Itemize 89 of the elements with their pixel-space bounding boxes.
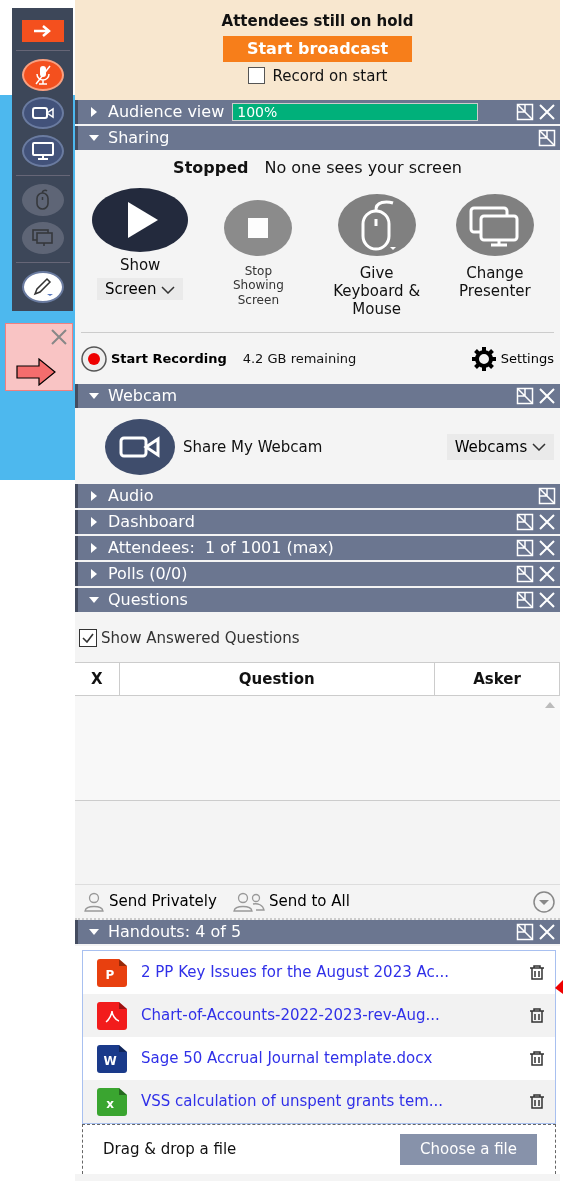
close-icon[interactable] <box>50 328 68 346</box>
chevron-icon <box>161 285 176 294</box>
collapse-button[interactable] <box>21 20 64 42</box>
video-camera-icon <box>31 106 54 120</box>
sharing-header[interactable]: Sharing <box>75 126 560 150</box>
meter-reading: 100% <box>237 104 278 120</box>
handouts-header[interactable]: Handouts: 4 of 5 <box>75 920 560 944</box>
panel-title: Dashboard <box>108 511 195 533</box>
trash-icon[interactable] <box>529 964 545 981</box>
settings-icon <box>470 345 497 372</box>
send-privately-button[interactable]: Send Privately <box>83 890 217 913</box>
webcam-header[interactable]: Webcam <box>75 384 560 408</box>
check-icon <box>82 633 94 643</box>
trash-icon[interactable] <box>529 1050 545 1067</box>
start-recording-button[interactable]: Start Recording <box>81 345 227 372</box>
drawing-button[interactable] <box>21 271 64 303</box>
scroll-up-icon <box>544 700 556 710</box>
panel-title: Sharing <box>108 127 170 149</box>
trash-icon[interactable] <box>529 1093 545 1110</box>
monitor-icon <box>31 142 54 160</box>
action-label: Change Presenter <box>458 264 532 300</box>
panel-title: Audio <box>108 485 154 507</box>
undock-icon[interactable] <box>538 487 556 505</box>
action-label: Show <box>119 256 161 274</box>
undock-icon[interactable] <box>516 103 534 121</box>
show-answered-checkbox[interactable] <box>79 629 97 647</box>
questions-header[interactable]: Questions <box>75 588 560 612</box>
audience-view-header[interactable]: Audience view 100% <box>75 100 560 124</box>
panel-title: Polls (0/0) <box>108 563 188 585</box>
send-to-all-button[interactable]: Send to All <box>232 890 350 913</box>
panel-title: Questions <box>108 589 188 611</box>
handout-link[interactable]: Sage 50 Accrual Journal template.docx <box>141 1047 433 1070</box>
hold-message: Attendees still on hold <box>221 11 414 32</box>
audio-header[interactable]: Audio <box>75 484 560 508</box>
record-checkbox[interactable] <box>247 67 265 85</box>
document-icon: x <box>97 1087 127 1116</box>
settings-button[interactable]: Settings <box>470 345 554 372</box>
pencil-icon <box>31 277 54 297</box>
handout-link[interactable]: 2 PP Key Issues for the August 2023 Ac... <box>141 961 450 984</box>
panel-title: Audience view <box>108 101 225 123</box>
webcam-button[interactable] <box>21 97 64 129</box>
muted-microphone-icon <box>33 64 52 86</box>
storage-remaining: 4.2 GB remaining <box>242 349 357 368</box>
undock-icon[interactable] <box>538 129 556 147</box>
video-camera-icon <box>119 435 161 459</box>
attendees-header[interactable]: Attendees: 1 of 1001 (max) <box>75 536 560 560</box>
panel-title: Attendees: 1 of 1001 (max) <box>108 537 334 559</box>
chevron-icon <box>532 443 546 452</box>
webcam-label: Share My Webcam <box>183 436 323 458</box>
choose-file-button[interactable]: Choose a file <box>400 1134 537 1165</box>
play-icon <box>128 202 159 238</box>
monitors-icon <box>31 229 54 247</box>
microphone-button[interactable] <box>21 59 64 91</box>
pointer-icon <box>555 980 563 994</box>
checkbox-label: Record on start <box>272 65 388 87</box>
column-header: Question <box>119 663 435 695</box>
start-broadcast-button[interactable]: Start broadcast <box>222 35 413 62</box>
screen-share-button[interactable] <box>21 135 64 167</box>
action-label: Give Keyboard & Mouse <box>332 264 422 318</box>
dashboard-header[interactable]: Dashboard <box>75 510 560 534</box>
sharing-status: Stopped <box>173 157 249 179</box>
panel-title: Webcam <box>108 385 178 407</box>
mouse-icon <box>34 189 51 211</box>
checkbox-label: Show Answered Questions <box>101 627 300 649</box>
pdf-file-icon <box>97 1001 127 1030</box>
document-icon: P <box>97 958 127 987</box>
action-label: Stop Showing Screen <box>231 264 285 308</box>
undock-icon[interactable] <box>516 387 534 405</box>
undock-icon[interactable] <box>516 513 534 531</box>
people-icon <box>232 891 265 912</box>
undock-icon[interactable] <box>516 591 534 609</box>
undock-icon[interactable] <box>516 923 534 941</box>
stop-icon <box>248 218 269 238</box>
screen-dropdown[interactable]: Screen <box>96 278 184 300</box>
trash-icon[interactable] <box>529 1007 545 1024</box>
record-icon <box>81 345 107 372</box>
status-message: No one sees your screen <box>264 157 462 179</box>
undock-icon[interactable] <box>516 565 534 583</box>
column-header: Asker <box>434 663 560 695</box>
document-icon: W <box>97 1044 127 1073</box>
undock-icon[interactable] <box>516 539 534 557</box>
dropdown-icon[interactable] <box>532 889 556 914</box>
panel-title: Handouts: 4 of 5 <box>108 921 242 943</box>
webcams-dropdown[interactable]: Webcams <box>446 433 554 461</box>
arrow-icon <box>16 358 56 386</box>
person-icon <box>83 891 105 912</box>
handout-link[interactable]: VSS calculation of unspent grants tem... <box>141 1090 444 1113</box>
drop-hint: Drag & drop a file <box>103 1139 237 1161</box>
polls-header[interactable]: Polls (0/0) <box>75 562 560 586</box>
